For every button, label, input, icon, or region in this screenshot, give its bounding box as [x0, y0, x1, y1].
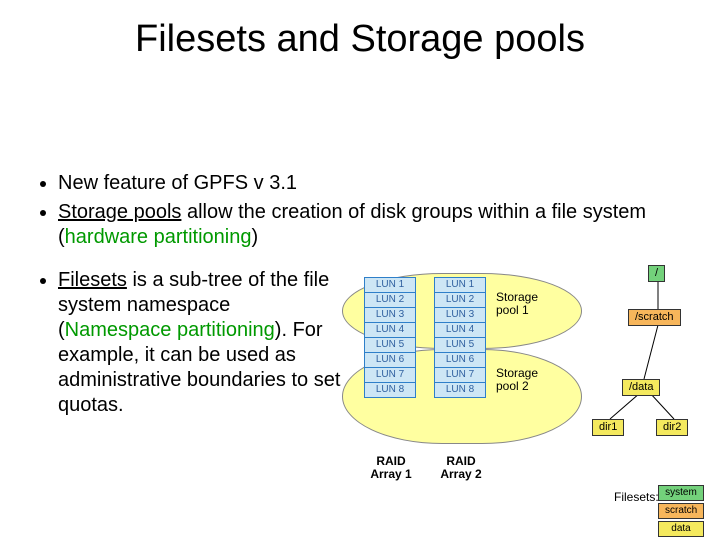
- lun-cell: LUN 2: [365, 293, 415, 308]
- legend-scratch: scratch: [658, 503, 704, 519]
- lun-cell: LUN 8: [435, 383, 485, 397]
- raid-array-2: LUN 1 LUN 2 LUN 3 LUN 4 LUN 5 LUN 6 LUN …: [434, 277, 486, 398]
- lun-cell: LUN 5: [365, 338, 415, 353]
- lun-cell: LUN 2: [435, 293, 485, 308]
- raid-array-1-label: RAIDArray 1: [366, 455, 416, 481]
- lun-cell: LUN 3: [435, 308, 485, 323]
- bullet-2: Storage pools allow the creation of disk…: [58, 200, 684, 250]
- bullet-2-green: hardware partitioning: [65, 226, 252, 248]
- bullet-3-green: Namespace partitioning: [65, 319, 275, 341]
- diagram: LUN 1 LUN 2 LUN 3 LUN 4 LUN 5 LUN 6 LUN …: [348, 265, 708, 527]
- bullet-2-close: ): [251, 226, 258, 248]
- slide-title: Filesets and Storage pools: [0, 0, 720, 61]
- lun-cell: LUN 1: [435, 278, 485, 293]
- bullet-3: Filesets is a sub-tree of the file syste…: [58, 268, 348, 418]
- lun-cell: LUN 7: [435, 368, 485, 383]
- tree-connectors: [580, 265, 706, 445]
- lun-cell: LUN 4: [365, 323, 415, 338]
- raid-array-1: LUN 1 LUN 2 LUN 3 LUN 4 LUN 5 LUN 6 LUN …: [364, 277, 416, 398]
- raid-array-2-label: RAIDArray 2: [436, 455, 486, 481]
- lun-cell: LUN 6: [435, 353, 485, 368]
- lun-cell: LUN 1: [365, 278, 415, 293]
- bullet-3-term: Filesets: [58, 269, 127, 291]
- lun-cell: LUN 7: [365, 368, 415, 383]
- lun-cell: LUN 8: [365, 383, 415, 397]
- tree-scratch: /scratch: [628, 309, 681, 326]
- tree-data: /data: [622, 379, 660, 396]
- tree-dir1: dir1: [592, 419, 624, 436]
- lun-cell: LUN 6: [365, 353, 415, 368]
- storage-pool-1-label: Storagepool 1: [496, 291, 538, 317]
- legend-data: data: [658, 521, 704, 537]
- bullet-2-term: Storage pools: [58, 201, 181, 223]
- legend-system: system: [658, 485, 704, 501]
- lun-cell: LUN 3: [365, 308, 415, 323]
- lun-cell: LUN 5: [435, 338, 485, 353]
- tree-root: /: [648, 265, 665, 282]
- lun-cell: LUN 4: [435, 323, 485, 338]
- bullet-1: New feature of GPFS v 3.1: [58, 171, 684, 196]
- storage-pool-2-label: Storagepool 2: [496, 367, 538, 393]
- filesets-label: Filesets:: [614, 491, 659, 504]
- tree-dir2: dir2: [656, 419, 688, 436]
